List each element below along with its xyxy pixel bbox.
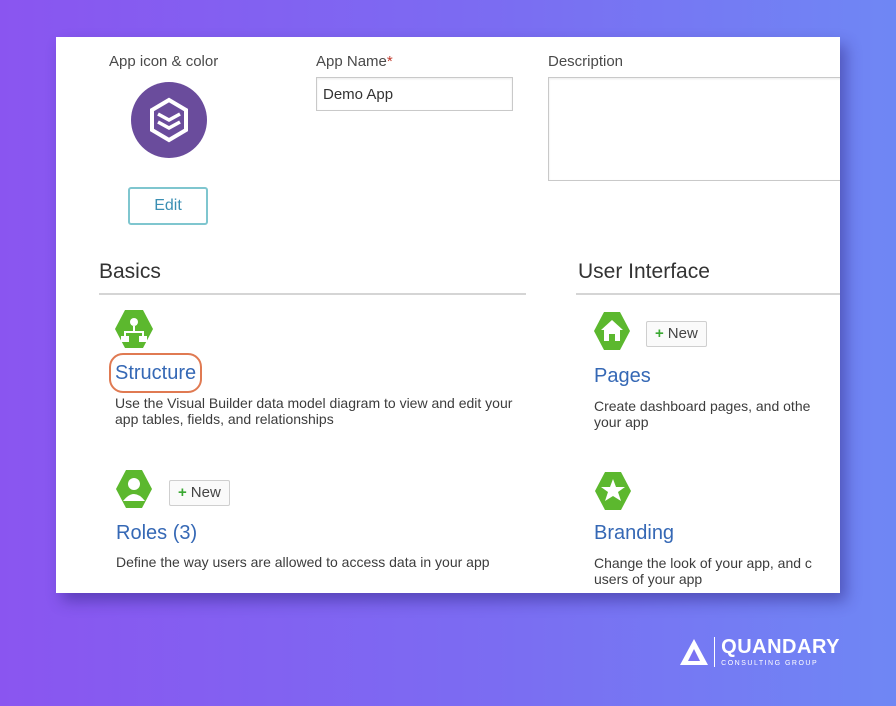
structure-description: Use the Visual Builder data model diagra…: [115, 395, 513, 427]
brand-name: QUANDARY: [721, 636, 840, 658]
quandary-brand: QUANDARY CONSULTING GROUP: [679, 637, 840, 667]
app-icon[interactable]: [131, 82, 207, 158]
description-field[interactable]: [548, 77, 840, 181]
quandary-logo-icon: [680, 639, 709, 665]
plus-icon: +: [655, 325, 664, 342]
structure-icon: [115, 310, 153, 348]
pages-description: Create dashboard pages, and othe your ap…: [594, 398, 811, 430]
roles-link[interactable]: Roles (3): [116, 522, 197, 545]
pages-link[interactable]: Pages: [594, 365, 651, 388]
user-interface-divider: [576, 293, 840, 295]
app-settings-panel: App icon & color Edit App Name* Descript…: [56, 37, 840, 593]
roles-new-label: New: [190, 484, 221, 501]
branding-star-icon: [595, 472, 631, 510]
pages-new-button[interactable]: + New: [646, 321, 707, 347]
description-label: Description: [548, 53, 624, 70]
required-marker: *: [386, 53, 393, 70]
pages-new-label: New: [667, 325, 698, 342]
structure-highlight-ring: [109, 353, 202, 393]
branding-link[interactable]: Branding: [594, 522, 674, 545]
brand-separator: [714, 637, 716, 667]
app-name-label: App Name*: [316, 53, 393, 70]
user-interface-title: User Interface: [578, 260, 710, 283]
pages-home-icon: [594, 312, 630, 350]
plus-icon: +: [178, 484, 187, 501]
roles-new-button[interactable]: + New: [169, 480, 230, 506]
edit-icon-button[interactable]: Edit: [128, 187, 208, 225]
branding-description: Change the look of your app, and c users…: [594, 555, 812, 587]
basics-title: Basics: [99, 260, 161, 283]
roles-user-icon: [116, 470, 152, 508]
app-icon-label: App icon & color: [109, 53, 219, 70]
roles-description: Define the way users are allowed to acce…: [116, 554, 490, 570]
app-name-input[interactable]: [316, 77, 513, 111]
app-cube-icon: [150, 97, 188, 143]
basics-divider: [99, 293, 526, 295]
brand-tagline: CONSULTING GROUP: [721, 660, 819, 667]
